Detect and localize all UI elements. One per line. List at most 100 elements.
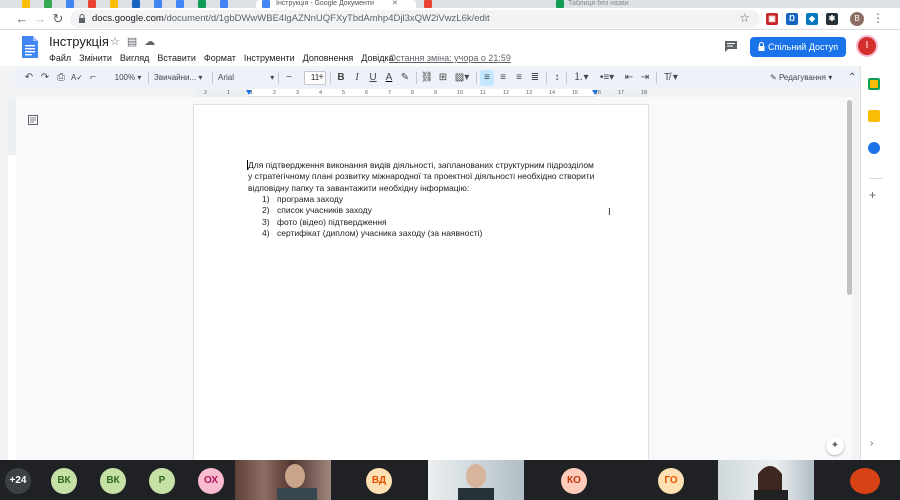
collapse-menus-icon[interactable]: ⌃: [848, 70, 856, 86]
browser-tab[interactable]: [198, 0, 206, 8]
participant-avatar[interactable]: Р: [149, 468, 175, 494]
bold-icon[interactable]: B: [334, 70, 348, 86]
numbered-list-icon[interactable]: ⒈▾: [570, 70, 592, 86]
list-item[interactable]: 1) програма заходу: [262, 194, 482, 205]
comments-icon[interactable]: [724, 40, 738, 52]
highlight-icon[interactable]: ✎: [398, 70, 412, 86]
extension-icon[interactable]: Ŋ: [786, 13, 798, 25]
browser-tab[interactable]: Таблиця без назви: [552, 0, 668, 8]
address-bar[interactable]: docs.google.com/document/d/1gbDWwWBE4lgA…: [70, 10, 760, 28]
participant-avatar[interactable]: ВК: [51, 468, 77, 494]
menu-insert[interactable]: Вставити: [157, 52, 196, 64]
explore-icon[interactable]: ✦: [826, 437, 844, 455]
participant-avatar[interactable]: ВД: [366, 468, 392, 494]
docs-logo-icon[interactable]: [22, 36, 38, 58]
list-item[interactable]: 4) сертифікат (диплом) учасника заходу (з…: [262, 228, 482, 239]
browser-tab[interactable]: [132, 0, 140, 8]
move-folder-icon[interactable]: ▤: [127, 35, 137, 49]
document-title[interactable]: Інструкція: [49, 34, 109, 50]
browser-profile-avatar[interactable]: В: [850, 12, 864, 26]
align-left-icon[interactable]: ≡: [480, 70, 494, 86]
keep-icon[interactable]: [868, 110, 880, 122]
last-edit-link[interactable]: Остання зміна: учора о 21:59: [389, 52, 511, 64]
spellcheck-icon[interactable]: A✓: [70, 70, 84, 86]
print-icon[interactable]: ⎙: [54, 70, 68, 86]
forward-arrow-icon[interactable]: →: [32, 11, 48, 27]
browser-tab[interactable]: [176, 0, 184, 8]
back-arrow-icon[interactable]: ←: [14, 11, 30, 27]
bulleted-list-icon[interactable]: •≡▾: [596, 70, 618, 86]
underline-icon[interactable]: U: [366, 70, 380, 86]
account-avatar[interactable]: І: [856, 35, 878, 57]
style-select[interactable]: Звичайни... ▾: [154, 70, 210, 86]
list-item[interactable]: 3) фото (відео) підтвердження: [262, 217, 482, 228]
participant-avatar[interactable]: ГО: [658, 468, 684, 494]
line-spacing-icon[interactable]: ↕: [550, 70, 564, 86]
paint-format-icon[interactable]: ⌐: [86, 70, 100, 86]
zoom-select[interactable]: 100% ▾: [110, 70, 146, 86]
list-item[interactable]: 2) список учасників заходу: [262, 205, 482, 216]
shield-icon[interactable]: ◆: [806, 13, 818, 25]
menu-format[interactable]: Формат: [204, 52, 236, 64]
decrease-font-size-icon[interactable]: −: [282, 70, 296, 86]
browser-tab[interactable]: [44, 0, 52, 8]
menu-addons[interactable]: Доповнення: [303, 52, 354, 64]
participant-video[interactable]: [235, 460, 331, 500]
browser-tab[interactable]: [420, 0, 536, 8]
increase-font-size-icon[interactable]: +: [314, 70, 328, 86]
undo-icon[interactable]: ↶: [22, 70, 36, 86]
browser-tab[interactable]: [22, 0, 30, 8]
body-paragraph[interactable]: Для підтвердження виконання видів діяльн…: [248, 160, 598, 194]
align-right-icon[interactable]: ≡: [512, 70, 526, 86]
align-justify-icon[interactable]: ≣: [528, 70, 542, 86]
calendar-icon[interactable]: [868, 78, 880, 90]
participant-avatar[interactable]: ВК: [100, 468, 126, 494]
browser-menu-icon[interactable]: ⋮: [872, 11, 884, 25]
browser-tab[interactable]: [154, 0, 162, 8]
menu-tools[interactable]: Інструменти: [244, 52, 295, 64]
puzzle-icon[interactable]: ✱: [826, 13, 838, 25]
align-center-icon[interactable]: ≡: [496, 70, 510, 86]
star-icon[interactable]: ☆: [110, 35, 120, 49]
scrollbar-thumb[interactable]: [847, 100, 852, 295]
italic-icon[interactable]: I: [350, 70, 364, 86]
link-icon[interactable]: ⛓: [420, 70, 434, 86]
document-canvas[interactable]: Для підтвердження виконання видів діяльн…: [16, 97, 852, 460]
participant-avatar[interactable]: КО: [561, 468, 587, 494]
reload-icon[interactable]: ↻: [50, 11, 66, 27]
vertical-ruler[interactable]: [8, 100, 16, 460]
hide-side-panel-icon[interactable]: ›: [870, 438, 873, 449]
increase-indent-icon[interactable]: ⇥: [638, 70, 652, 86]
document-outline-icon[interactable]: [28, 115, 38, 125]
vertical-scrollbar[interactable]: [846, 100, 852, 460]
menu-file[interactable]: Файл: [49, 52, 71, 64]
clear-formatting-icon[interactable]: T̸ ▾: [660, 70, 682, 86]
insert-image-icon[interactable]: ▨▾: [452, 70, 472, 86]
browser-tab[interactable]: [66, 0, 74, 8]
browser-tab[interactable]: [220, 0, 228, 8]
get-addons-icon[interactable]: +: [869, 188, 876, 202]
redo-icon[interactable]: ↷: [38, 70, 52, 86]
participant-avatar[interactable]: ОХ: [198, 468, 224, 494]
decrease-indent-icon[interactable]: ⇤: [622, 70, 636, 86]
participant-avatar-photo[interactable]: [850, 468, 880, 494]
font-select[interactable]: Arial ▾: [218, 70, 276, 86]
document-page[interactable]: Для підтвердження виконання видів діяльн…: [194, 105, 648, 460]
more-participants-badge[interactable]: +24: [5, 468, 31, 494]
menu-edit[interactable]: Змінити: [79, 52, 112, 64]
participant-video[interactable]: [428, 460, 524, 500]
horizontal-ruler[interactable]: 2 1 1 2 3 4 5 6 7 8 9 10 11 12 13 14 15 16 17 18: [196, 89, 648, 97]
participant-video[interactable]: [718, 460, 814, 500]
add-comment-icon[interactable]: ⊞: [436, 70, 450, 86]
cloud-saved-icon[interactable]: ☁: [144, 35, 155, 49]
browser-tab[interactable]: [88, 0, 96, 8]
editing-mode-select[interactable]: ✎ Редагування ▾: [770, 70, 832, 86]
browser-tab[interactable]: [110, 0, 118, 8]
extension-icon[interactable]: ▣: [766, 13, 778, 25]
text-color-icon[interactable]: A: [382, 70, 396, 86]
browser-tab-active[interactable]: Інструкція - Google Документи ✕: [256, 0, 416, 8]
tasks-icon[interactable]: [868, 142, 880, 154]
share-button[interactable]: Спільний Доступ: [750, 37, 846, 57]
bookmark-star-icon[interactable]: ☆: [739, 11, 750, 25]
close-tab-icon[interactable]: ✕: [392, 0, 398, 8]
